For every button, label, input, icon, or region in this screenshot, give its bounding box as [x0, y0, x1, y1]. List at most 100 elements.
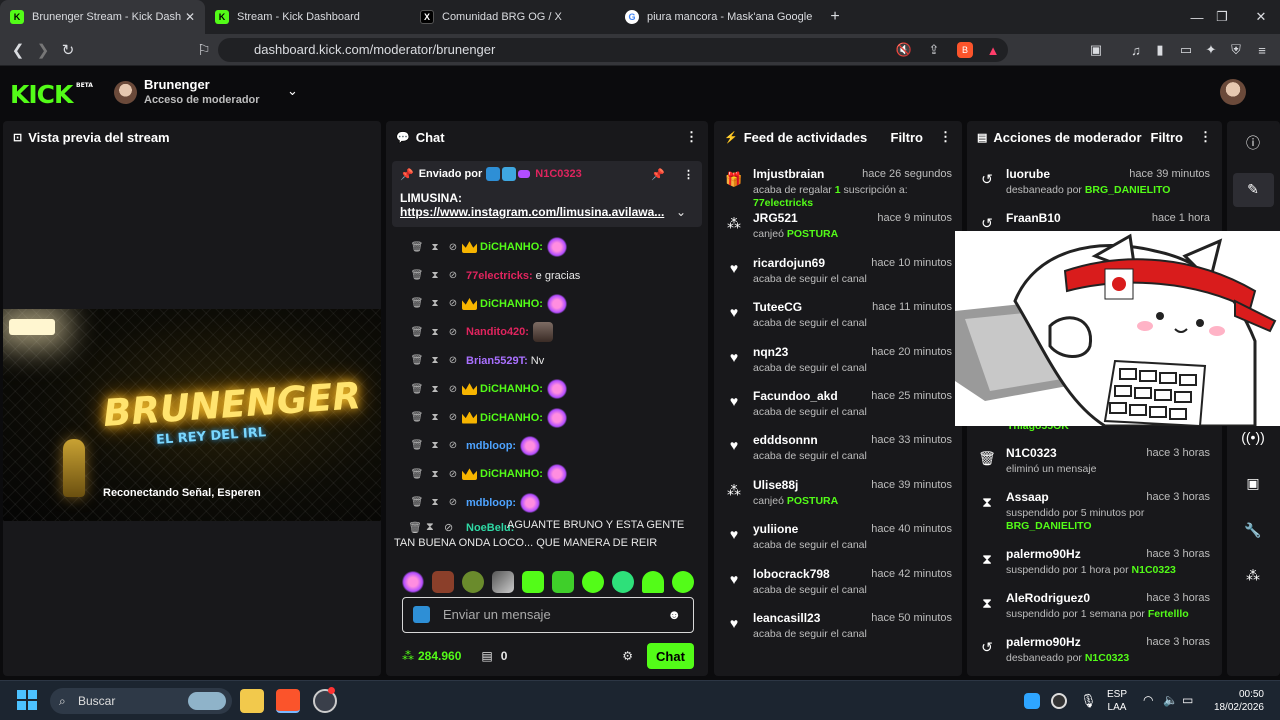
activity-username[interactable]: ricardojun69 [753, 256, 825, 270]
timeout-icon[interactable]: ⧗ [426, 440, 444, 451]
timeout-icon[interactable]: ⧗ [426, 469, 444, 480]
timeout-icon[interactable]: ⧗ [426, 270, 444, 281]
activity-username[interactable]: edddsonnn [753, 433, 818, 447]
url-field[interactable]: dashboard.kick.com/moderator/brunenger [218, 38, 1008, 62]
share-icon[interactable]: ⇪ [926, 42, 942, 58]
edit-icon[interactable]: ✎ [1241, 177, 1265, 201]
browser-tab[interactable]: Gpiura mancora - Mask'ana Google [615, 0, 820, 34]
activity-username[interactable]: lobocrack798 [753, 567, 830, 581]
vpn-icon[interactable]: ⛨ [1228, 42, 1244, 58]
emote-icon[interactable] [492, 571, 514, 593]
delete-icon[interactable]: 🗑 [408, 270, 426, 281]
emote-icon[interactable] [546, 464, 567, 485]
delete-icon[interactable]: 🗑 [408, 469, 426, 480]
delete-icon[interactable]: 🗑 [408, 521, 426, 534]
ban-icon[interactable]: ⊘ [444, 298, 462, 309]
activity-highlight[interactable]: 77electricks [753, 197, 813, 209]
ban-icon[interactable]: ⊘ [444, 521, 462, 534]
mod-action-username[interactable]: Assaap [1006, 490, 1049, 504]
emote-icon[interactable] [642, 571, 664, 593]
points-icon[interactable]: ⁂ [1241, 563, 1265, 587]
wrench-icon[interactable]: 🔧 [1241, 518, 1265, 542]
timeout-icon[interactable]: ⧗ [426, 327, 444, 338]
emote-icon[interactable] [546, 293, 567, 314]
pinned-options-icon[interactable]: ⋮ [683, 168, 694, 181]
feed-options-icon[interactable]: ⋮ [939, 129, 952, 145]
ban-icon[interactable]: ⊘ [444, 384, 462, 395]
emote-icon[interactable] [432, 571, 454, 593]
browser-tab[interactable]: K Brunenger Stream - Kick Dash ✕ [0, 0, 205, 34]
chat-username[interactable]: DiCHANHO: [480, 383, 543, 395]
mod-action-actor[interactable]: N1C0323 [1132, 564, 1176, 576]
layout-icon[interactable]: ▣ [1241, 471, 1265, 495]
delete-icon[interactable]: 🗑 [408, 242, 426, 253]
back-button[interactable]: ❮ [8, 40, 28, 60]
activity-username[interactable]: yuliione [753, 522, 798, 536]
timeout-icon[interactable]: ⧗ [426, 355, 444, 366]
mod-action-username[interactable]: palermo90Hz [1006, 547, 1081, 561]
ban-icon[interactable]: ⊘ [444, 242, 462, 253]
volume-icon[interactable]: 🔈 [1163, 693, 1178, 707]
emote-icon[interactable] [520, 492, 541, 513]
chat-username[interactable]: 77electricks: [466, 270, 533, 282]
delete-icon[interactable]: 🗑 [408, 384, 426, 395]
taskbar-search[interactable]: ⌕ Buscar [50, 688, 232, 714]
delete-icon[interactable]: 🗑 [408, 327, 426, 338]
menu-icon[interactable]: ≡ [1254, 42, 1270, 58]
rewards-icon[interactable]: ▲ [985, 42, 1001, 58]
emote-icon[interactable] [612, 571, 634, 593]
points-icon[interactable]: ⁂ [402, 649, 414, 663]
emote-icon[interactable] [582, 571, 604, 593]
browser-tab[interactable]: K Stream - Kick Dashboard [205, 0, 410, 34]
forward-button[interactable]: ❯ [33, 40, 53, 60]
emote-icon[interactable] [522, 571, 544, 593]
browser-tab[interactable]: X Comunidad BRG OG / X [410, 0, 615, 34]
bookmark-icon[interactable]: ⚐ [194, 40, 214, 60]
chat-options-icon[interactable]: ⋮ [685, 129, 698, 145]
ban-icon[interactable]: ⊘ [444, 270, 462, 281]
reload-button[interactable]: ↻ [58, 40, 78, 60]
send-chat-button[interactable]: Chat [647, 643, 694, 669]
timeout-icon[interactable]: ⧗ [426, 412, 444, 423]
ban-icon[interactable]: ⊘ [444, 412, 462, 423]
chevron-down-icon[interactable]: ⌄ [287, 83, 298, 99]
emote-icon[interactable] [532, 322, 553, 343]
language-indicator[interactable]: ESP LAA [1104, 688, 1130, 714]
ban-icon[interactable]: ⊘ [444, 327, 462, 338]
chat-username[interactable]: DiCHANHO: [480, 298, 543, 310]
chat-username[interactable]: Nandito420: [466, 326, 529, 338]
mod-action-actor[interactable]: N1C0323 [1085, 652, 1129, 664]
brave-browser-icon[interactable] [276, 689, 300, 713]
modactions-options-icon[interactable]: ⋮ [1199, 129, 1212, 145]
activity-username[interactable]: TuteeCG [753, 300, 802, 314]
emote-icon[interactable] [462, 571, 484, 593]
stream-video[interactable]: BRUNENGER EL REY DEL IRL Reconectando Se… [3, 309, 381, 521]
tray-app-icon[interactable] [1024, 693, 1040, 709]
kick-logo[interactable]: KICK BETA [10, 80, 93, 109]
mod-action-actor[interactable]: BRG_DANIELITO [1006, 520, 1092, 532]
timeout-icon[interactable]: ⧗ [426, 298, 444, 309]
maximize-button[interactable]: ❐ [1205, 0, 1239, 34]
ban-icon[interactable]: ⊘ [444, 440, 462, 451]
broadcast-icon[interactable]: ((•)) [1241, 425, 1265, 449]
pinned-message[interactable]: 📌 Enviado por N1C0323 📌 ⋮ LIMUSINA: http… [392, 161, 702, 227]
windows-start-icon[interactable] [17, 690, 37, 710]
pinned-link[interactable]: https://www.instagram.com/limusina.avila… [400, 205, 670, 219]
emote-icon[interactable] [546, 407, 567, 428]
ban-icon[interactable]: ⊘ [444, 355, 462, 366]
mute-icon[interactable]: 🔇 [896, 42, 912, 58]
delete-icon[interactable]: 🗑 [408, 298, 426, 309]
activity-highlight[interactable]: POSTURA [787, 495, 838, 507]
activity-username[interactable]: leancasill23 [753, 611, 820, 625]
ban-icon[interactable]: ⊘ [444, 497, 462, 508]
microphone-icon[interactable]: 🎙 [1080, 693, 1097, 709]
settings-icon[interactable]: ⚙ [622, 649, 633, 663]
delete-icon[interactable]: 🗑 [408, 497, 426, 508]
file-explorer-icon[interactable] [240, 689, 264, 713]
delete-icon[interactable]: 🗑 [408, 440, 426, 451]
chat-username[interactable]: Brian5529T: [466, 355, 528, 367]
sidebar-toggle-icon[interactable]: ▮ [1152, 42, 1168, 58]
clock[interactable]: 00:50 18/02/2026 [1208, 688, 1264, 714]
feed-filter-button[interactable]: Filtro [891, 130, 924, 145]
tray-app-icon[interactable] [1051, 693, 1067, 709]
